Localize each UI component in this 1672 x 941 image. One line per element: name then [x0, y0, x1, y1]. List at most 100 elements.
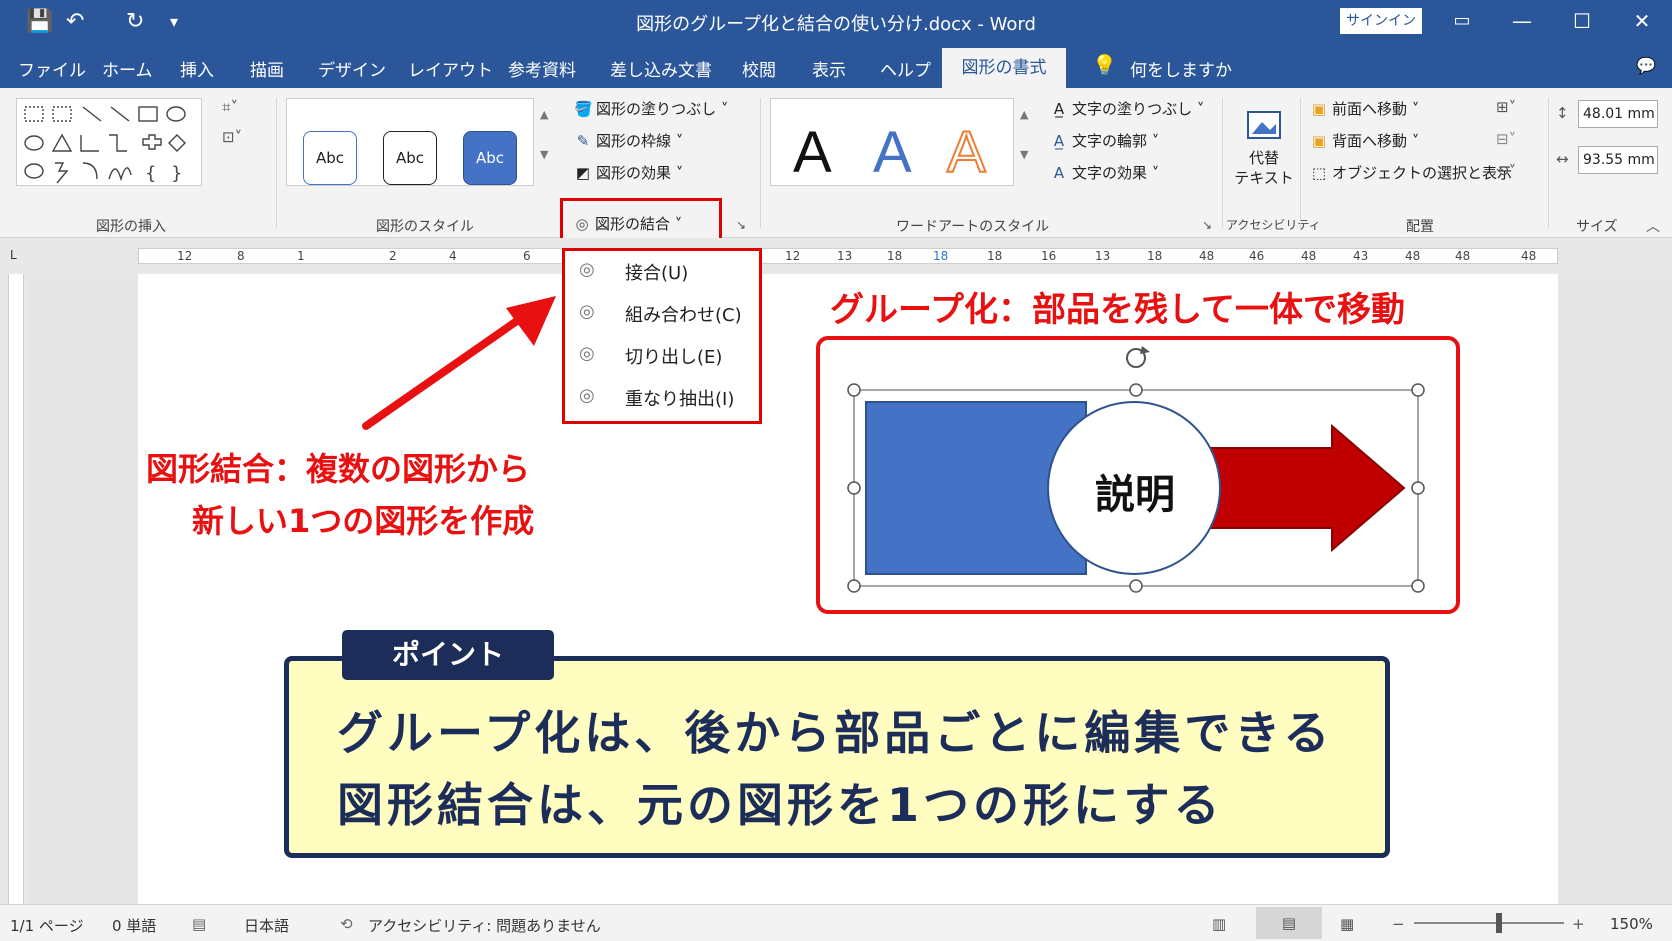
- zoom-out-icon[interactable]: −: [1392, 915, 1405, 933]
- wordart-gallery[interactable]: A A A: [770, 98, 1014, 186]
- comment-icon[interactable]: 💬: [1636, 56, 1656, 75]
- point-line-2: 図形結合は、元の図形を1つの形にする: [337, 778, 1224, 832]
- tell-me-search[interactable]: 何をしますか: [1130, 56, 1232, 81]
- bring-forward-icon: ▣: [1311, 100, 1327, 118]
- shape-styles-gallery[interactable]: Abc Abc Abc: [286, 98, 534, 186]
- alt-text-icon: [1247, 111, 1281, 139]
- shape-style-filled-blue[interactable]: Abc: [463, 131, 517, 185]
- tab-mailings[interactable]: 差し込み文書: [610, 56, 712, 81]
- tab-review[interactable]: 校閲: [742, 56, 776, 81]
- shape-effects-button[interactable]: ◩ 図形の効果 ˅: [574, 162, 683, 183]
- edit-shape-icon[interactable]: ⌗˅: [222, 98, 238, 116]
- tab-references[interactable]: 参考資料: [508, 56, 576, 81]
- align-icon[interactable]: ⊞˅: [1496, 98, 1516, 116]
- group-annotation-title: グループ化：部品を残して一体で移動: [830, 290, 1405, 330]
- tab-design[interactable]: デザイン: [318, 56, 386, 81]
- zoom-in-icon[interactable]: +: [1572, 915, 1585, 933]
- menu-item-intersect[interactable]: 重なり抽出(I): [625, 385, 734, 411]
- vertical-ruler[interactable]: [0, 274, 30, 904]
- ribbon-display-options-icon[interactable]: ▭: [1442, 6, 1482, 36]
- paint-bucket-icon: 🪣: [574, 100, 593, 118]
- ruler-strip: 12 8 1 2 4 6 12 13 18 18 18 16 13 18 48 …: [138, 248, 1558, 264]
- read-mode-icon[interactable]: ▥: [1212, 915, 1226, 933]
- gallery-up-icon[interactable]: ▲: [540, 108, 548, 121]
- proofing-icon[interactable]: ▤: [192, 915, 206, 933]
- word-count[interactable]: 0 単語: [112, 915, 156, 936]
- tab-selector[interactable]: L: [10, 248, 17, 262]
- shape-outline-button[interactable]: ✎ 図形の枠線 ˅: [574, 130, 684, 151]
- text-fill-button[interactable]: A̲ 文字の塗りつぶし ˅: [1050, 98, 1205, 119]
- text-outline-button[interactable]: A̲ 文字の輪郭 ˅: [1050, 130, 1159, 151]
- menu-item-union[interactable]: 接合(U): [625, 259, 688, 285]
- group-label-size: サイズ: [1576, 219, 1618, 235]
- width-field[interactable]: 93.55 mm: [1578, 146, 1658, 174]
- tab-insert[interactable]: 挿入: [180, 56, 214, 81]
- wordart-dialog-launcher-icon[interactable]: ↘: [1202, 218, 1212, 232]
- tab-layout[interactable]: レイアウト: [408, 56, 493, 81]
- wordart-blue[interactable]: A: [873, 123, 912, 183]
- ribbon-tabs: ファイル ホーム 挿入 描画 デザイン レイアウト 参考資料 差し込み文書 校閲…: [0, 44, 1672, 88]
- accessibility-icon: ⟲: [340, 915, 353, 933]
- shape-style-outline-blue[interactable]: Abc: [303, 131, 357, 185]
- menu-item-fragment[interactable]: 切り出し(E): [625, 343, 722, 369]
- tab-view[interactable]: 表示: [812, 56, 846, 81]
- merge-annotation-line1: 図形結合：複数の図形から: [146, 450, 531, 488]
- height-field[interactable]: 48.01 mm: [1578, 100, 1658, 128]
- collapse-ribbon-icon[interactable]: ︿: [1646, 216, 1660, 236]
- ribbon: { } ⌗˅ ⊡˅ 図形の挿入 Abc Abc Abc ▲ ▼ 図形のスタイル …: [0, 88, 1672, 238]
- alt-text-button[interactable]: 代替 テキスト: [1234, 108, 1294, 208]
- gallery-more-icon[interactable]: ▼: [540, 148, 548, 161]
- horizontal-ruler[interactable]: L 12 8 1 2 4 6 12 13 18 18 18 16 13 18 4…: [0, 238, 1672, 274]
- group-icon[interactable]: ⊟˅: [1496, 130, 1516, 148]
- send-backward-icon: ▣: [1311, 132, 1327, 150]
- zoom-slider[interactable]: [1414, 922, 1564, 924]
- title-bar: 💾 ↶ ↻ ▾ 図形のグループ化と結合の使い分け.docx - Word サイン…: [0, 0, 1672, 44]
- language[interactable]: 日本語: [244, 915, 289, 936]
- selection-pane-button[interactable]: ⬚ オブジェクトの選択と表示: [1310, 162, 1512, 183]
- rotate-handle-icon[interactable]: [1126, 346, 1150, 368]
- minimize-button[interactable]: —: [1502, 6, 1542, 36]
- web-layout-icon[interactable]: ▦: [1340, 915, 1354, 933]
- combine-icon: ◎: [579, 301, 595, 322]
- group-label-arrange: 配置: [1406, 219, 1434, 235]
- tab-draw[interactable]: 描画: [250, 56, 284, 81]
- point-label: ポイント: [342, 630, 554, 680]
- tab-help[interactable]: ヘルプ: [880, 56, 931, 81]
- text-box-icon[interactable]: ⊡˅: [222, 128, 242, 146]
- page-count[interactable]: 1/1 ページ: [10, 915, 84, 936]
- wordart-up-icon[interactable]: ▲: [1020, 108, 1028, 121]
- fragment-icon: ◎: [579, 343, 595, 364]
- maximize-button[interactable]: ☐: [1562, 6, 1602, 36]
- shape-fill-button[interactable]: 🪣 図形の塗りつぶし ˅: [574, 98, 728, 119]
- text-outline-icon: A̲: [1053, 132, 1065, 150]
- svg-text:}: }: [171, 163, 182, 184]
- zoom-slider-thumb[interactable]: [1496, 913, 1502, 933]
- signin-button[interactable]: サインイン: [1340, 8, 1422, 34]
- red-arrow: [1193, 423, 1406, 553]
- wordart-orange-outline[interactable]: A: [946, 122, 987, 184]
- merge-shapes-menu: ◎ 接合(U) ◎ 組み合わせ(C) ◎ 切り出し(E) ◎ 重なり抽出(I): [562, 248, 762, 424]
- close-button[interactable]: ✕: [1622, 6, 1662, 36]
- rotate-icon[interactable]: ⟲˅: [1496, 162, 1516, 180]
- svg-text:{: {: [145, 163, 156, 184]
- shapes-gallery[interactable]: { }: [16, 98, 202, 186]
- wordart-black[interactable]: A: [793, 123, 832, 183]
- ribbon-divider: [760, 98, 761, 228]
- tab-file[interactable]: ファイル: [18, 56, 86, 81]
- effects-icon: ◩: [575, 164, 591, 182]
- tab-home[interactable]: ホーム: [102, 56, 153, 81]
- bring-forward-button[interactable]: ▣ 前面へ移動 ˅: [1310, 98, 1419, 119]
- print-layout-icon[interactable]: ▤: [1256, 907, 1322, 939]
- lightbulb-icon: 💡: [1092, 53, 1117, 77]
- shape-style-outline-black[interactable]: Abc: [383, 131, 437, 185]
- zoom-level[interactable]: 150%: [1610, 915, 1653, 933]
- tab-shape-format[interactable]: 図形の書式: [942, 48, 1066, 88]
- accessibility-status[interactable]: アクセシビリティ: 問題ありません: [368, 915, 601, 936]
- group-label-shape-styles: 図形のスタイル: [376, 219, 474, 235]
- merge-annotation-line2: 新しい1つの図形を作成: [192, 502, 535, 540]
- dialog-launcher-icon[interactable]: ↘: [736, 218, 746, 232]
- menu-item-combine[interactable]: 組み合わせ(C): [625, 301, 742, 327]
- wordart-more-icon[interactable]: ▼: [1020, 148, 1028, 161]
- send-backward-button[interactable]: ▣ 背面へ移動 ˅: [1310, 130, 1419, 151]
- text-effects-button[interactable]: A 文字の効果 ˅: [1050, 162, 1159, 183]
